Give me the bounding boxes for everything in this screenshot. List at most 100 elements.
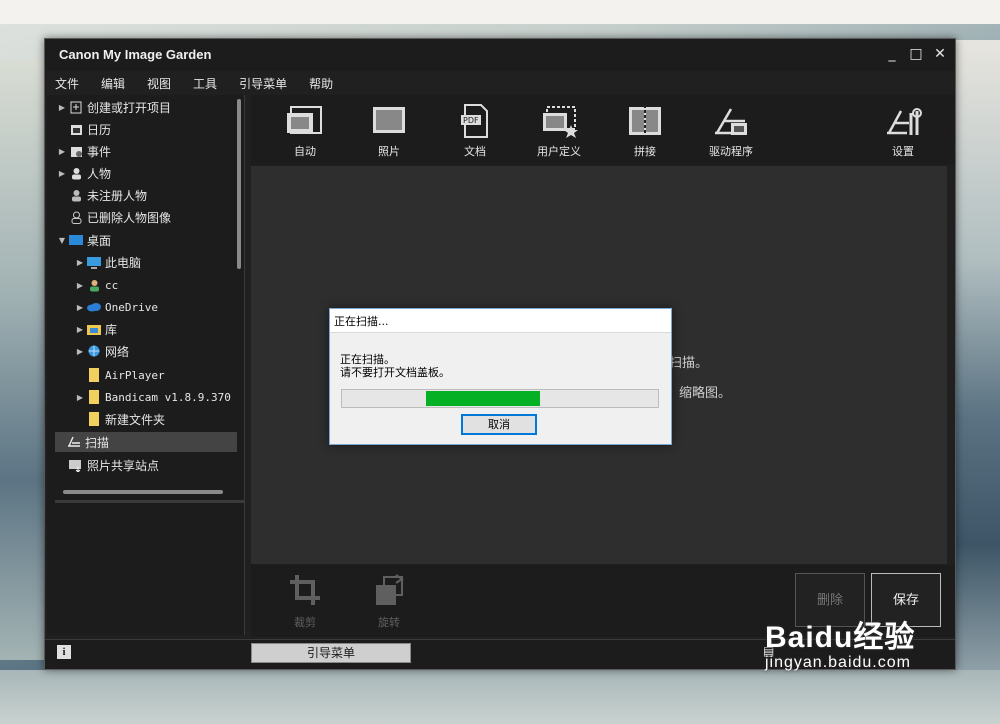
sidebar-item-new-folder[interactable]: 新建文件夹 — [75, 409, 237, 429]
sidebar-item-this-pc[interactable]: ▶ 此电脑 — [75, 252, 237, 272]
preview-hint-1: 扫描。 — [669, 356, 709, 371]
sidebar-item-label: AirPlayer — [105, 368, 165, 382]
network-icon — [87, 344, 101, 358]
sidebar-item-label: 新建文件夹 — [105, 412, 166, 427]
sidebar-item-people[interactable]: ▶ 人物 — [57, 163, 237, 183]
title-bar[interactable]: Canon My Image Garden _ □ ✕ — [45, 39, 955, 71]
sidebar-item-label: OneDrive — [105, 300, 158, 314]
scanning-dialog: 正在扫描... 正在扫描。 请不要打开文档盖板。 取消 — [329, 308, 672, 445]
sidebar-item-label: 库 — [105, 322, 118, 337]
sidebar-item-label: cc — [105, 278, 119, 292]
menu-help[interactable]: 帮助 — [309, 72, 344, 94]
sidebar-item-library[interactable]: ▶ 库 — [75, 319, 237, 339]
expand-arrow-icon[interactable]: ▶ — [75, 258, 85, 267]
sidebar-item-network[interactable]: ▶ 网络 — [75, 341, 237, 361]
window-title: Canon My Image Garden — [59, 47, 212, 62]
sidebar-item-label: 此电脑 — [105, 255, 142, 270]
sidebar-item-label: 网络 — [105, 344, 130, 359]
minimize-button[interactable]: _ — [885, 45, 899, 63]
collapse-arrow-icon[interactable]: ▼ — [57, 236, 67, 245]
driver-button[interactable]: 驱动程序 — [691, 103, 771, 159]
expand-arrow-icon[interactable]: ▶ — [57, 103, 67, 112]
menu-tools[interactable]: 工具 — [193, 72, 228, 94]
project-icon — [69, 100, 83, 114]
window-controls: _ □ ✕ — [885, 45, 947, 63]
expand-arrow-icon[interactable]: ▶ — [75, 393, 85, 402]
dialog-warning: 请不要打开文档盖板。 — [340, 366, 450, 379]
photo-scan-button[interactable]: 照片 — [349, 103, 429, 159]
menu-guide[interactable]: 引导菜单 — [239, 72, 298, 94]
sidebar-item-cc[interactable]: ▶ cc — [75, 275, 237, 295]
settings-button[interactable]: 设置 — [863, 103, 943, 159]
sidebar-item-photo-share[interactable]: 照片共享站点 — [57, 455, 237, 475]
expand-arrow-icon[interactable]: ▶ — [75, 303, 85, 312]
auto-scan-button[interactable]: 自动 — [265, 103, 345, 159]
rotate-icon — [376, 574, 404, 605]
photo-scan-icon — [373, 107, 405, 133]
cancel-button[interactable]: 取消 — [461, 414, 537, 435]
expand-arrow-icon[interactable]: ▶ — [75, 347, 85, 356]
folder-icon — [87, 412, 101, 426]
expand-arrow-icon[interactable]: ▶ — [57, 169, 67, 178]
rotate-button[interactable]: 旋转 — [359, 573, 419, 630]
folder-tree: ▶ 创建或打开项目 日历 ▶ 事件 ▶ 人物 未注册人物 已删除人物图像 ▼ 桌… — [47, 95, 237, 485]
sidebar-item-scan[interactable]: 扫描 — [55, 432, 237, 452]
crop-button[interactable]: 裁剪 — [275, 573, 335, 630]
user-folder-icon — [87, 278, 101, 292]
desktop-background-right — [956, 40, 1000, 670]
info-icon[interactable]: i — [57, 645, 71, 659]
sidebar-item-label: 扫描 — [85, 435, 110, 450]
sidebar-horizontal-scrollbar[interactable] — [63, 490, 223, 494]
document-scan-button[interactable]: PDF 文档 — [435, 103, 515, 159]
preview-hint-2: 缩略图。 — [679, 386, 732, 401]
custom-scan-button[interactable]: 用户定义 — [519, 103, 599, 159]
scan-progress-bar — [341, 389, 659, 408]
scan-icon — [67, 435, 81, 449]
sidebar-item-bandicam[interactable]: ▶ Bandicam v1.8.9.370 — [75, 387, 237, 407]
sidebar-item-airplayer[interactable]: AirPlayer — [75, 365, 237, 385]
progress-fill — [426, 391, 540, 406]
desktop-background-bottom — [0, 670, 1000, 724]
sidebar-item-label: Bandicam v1.8.9.370 — [105, 390, 231, 404]
sidebar-vertical-scrollbar[interactable] — [237, 99, 241, 269]
sidebar-splitter[interactable] — [55, 500, 245, 503]
unregistered-person-icon — [69, 188, 83, 202]
menu-file[interactable]: 文件 — [55, 72, 90, 94]
sidebar-item-project[interactable]: ▶ 创建或打开项目 — [57, 97, 237, 117]
watermark: Baidu经验 jingyan.baidu.com — [765, 612, 915, 672]
maximize-button[interactable]: □ — [909, 45, 923, 63]
sidebar-item-calendar[interactable]: 日历 — [57, 119, 237, 139]
sidebar-item-deleted-people[interactable]: 已删除人物图像 — [57, 207, 237, 227]
driver-icon — [715, 108, 747, 135]
folder-icon — [87, 390, 101, 404]
stitch-scan-button[interactable]: 拼接 — [605, 103, 685, 159]
event-icon — [69, 144, 83, 158]
menu-view[interactable]: 视图 — [147, 72, 182, 94]
sidebar-item-unregistered[interactable]: 未注册人物 — [57, 185, 237, 205]
photo-share-icon — [69, 458, 83, 472]
sidebar: ▶ 创建或打开项目 日历 ▶ 事件 ▶ 人物 未注册人物 已删除人物图像 ▼ 桌… — [47, 95, 245, 635]
expand-arrow-icon[interactable]: ▶ — [57, 147, 67, 156]
dialog-title: 正在扫描... — [330, 309, 671, 333]
crop-icon — [290, 575, 320, 605]
menu-edit[interactable]: 编辑 — [101, 72, 136, 94]
sidebar-item-label: 创建或打开项目 — [87, 100, 172, 115]
stitch-icon — [629, 105, 661, 137]
person-icon — [69, 166, 83, 180]
expand-arrow-icon[interactable]: ▶ — [75, 325, 85, 334]
sidebar-item-event[interactable]: ▶ 事件 — [57, 141, 237, 161]
desktop-icon — [69, 233, 83, 247]
scan-toolbar: 自动 照片 PDF 文档 用户定义 拼接 驱动程序 设置 — [251, 95, 955, 165]
library-icon — [87, 322, 101, 336]
sidebar-item-label: 人物 — [87, 166, 112, 181]
expand-arrow-icon[interactable]: ▶ — [75, 281, 85, 290]
computer-icon — [87, 255, 101, 269]
close-button[interactable]: ✕ — [933, 45, 947, 63]
sidebar-item-desktop[interactable]: ▼ 桌面 — [57, 230, 237, 250]
sidebar-item-onedrive[interactable]: ▶ OneDrive — [75, 297, 237, 317]
custom-scan-icon — [543, 106, 578, 138]
guide-menu-button[interactable]: 引导菜单 — [251, 643, 411, 663]
sidebar-item-label: 事件 — [87, 144, 112, 159]
sidebar-item-label: 日历 — [87, 122, 112, 137]
settings-icon — [887, 108, 922, 135]
